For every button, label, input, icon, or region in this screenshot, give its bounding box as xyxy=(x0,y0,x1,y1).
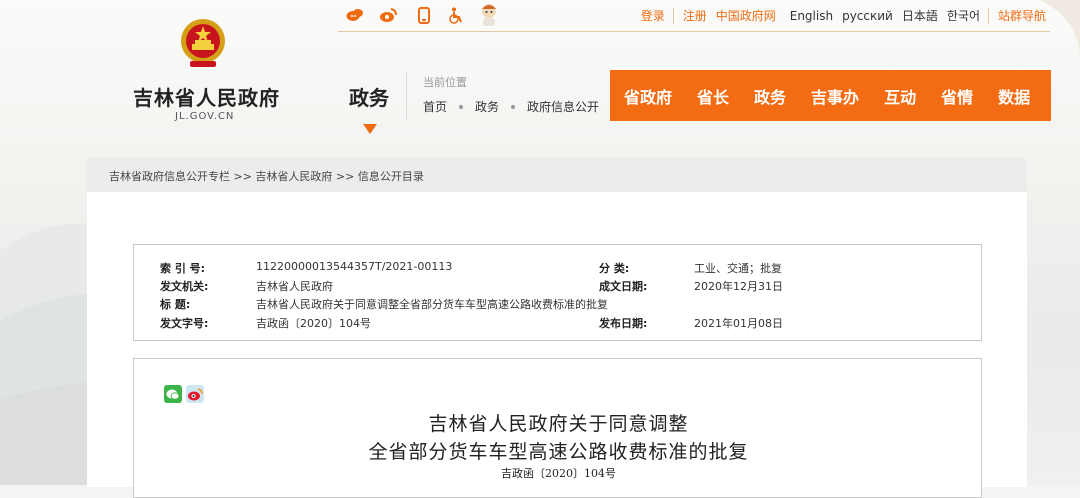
wechat-icon[interactable] xyxy=(378,5,398,25)
issuer-value: 吉林省人民政府 xyxy=(256,280,333,293)
login-link[interactable]: 登录 xyxy=(641,7,665,24)
nav-item-governor[interactable]: 省长 xyxy=(697,84,729,108)
nav-item-affairs[interactable]: 政务 xyxy=(754,84,786,108)
nav-item-provincial-gov[interactable]: 省政府 xyxy=(624,84,672,108)
register-link[interactable]: 注册 xyxy=(683,7,707,24)
national-emblem-icon[interactable] xyxy=(178,17,228,69)
english-link[interactable]: English xyxy=(790,9,833,23)
index-label: 索 引 号: xyxy=(160,262,206,275)
top-links: 登录 注册 中国政府网 English русский 日本語 한국어 站群导航 xyxy=(632,7,1046,24)
dot-icon xyxy=(459,104,464,109)
breadcrumb-affairs[interactable]: 政务 xyxy=(475,98,499,115)
japanese-link[interactable]: 日本語 xyxy=(902,7,938,24)
mobile-icon[interactable] xyxy=(414,5,434,25)
category-label: 分 类: xyxy=(599,262,630,275)
divider xyxy=(672,7,674,24)
breadcrumb[interactable]: 吉林省政府信息公开专栏 >> 吉林省人民政府 >> 信息公开目录 xyxy=(87,157,1027,192)
document-metadata-table: 索 引 号: 11220000013544357T/2021-00113 分 类… xyxy=(133,244,982,341)
nav-item-data[interactable]: 数据 xyxy=(998,84,1030,108)
date-written-value: 2020年12月31日 xyxy=(694,280,783,293)
site-domain: JL.GOV.CN xyxy=(175,111,235,122)
top-toolbar: 登录 注册 中国政府网 English русский 日本語 한국어 站群导航 xyxy=(338,0,1050,32)
docno-label: 发文字号: xyxy=(160,317,209,330)
russian-link[interactable]: русский xyxy=(842,9,893,23)
weibo-share-icon[interactable] xyxy=(186,385,204,403)
location-label: 当前位置 xyxy=(423,76,467,89)
divider xyxy=(406,72,407,120)
index-value: 11220000013544357T/2021-00113 xyxy=(256,260,453,273)
dot-icon xyxy=(511,104,516,109)
breadcrumb-info-disclosure[interactable]: 政府信息公开 xyxy=(527,98,599,115)
location-breadcrumb: 首页 政务 政府信息公开 xyxy=(423,98,599,115)
title-label: 标 题: xyxy=(160,298,191,311)
china-gov-link[interactable]: 中国政府网 xyxy=(716,7,776,24)
document-body: 吉林省人民政府关于同意调整 全省部分货车车型高速公路收费标准的批复 吉政函〔20… xyxy=(133,358,982,498)
title-value: 吉林省人民政府关于同意调整全省部分货车车型高速公路收费标准的批复 xyxy=(256,298,608,311)
korean-link[interactable]: 한국어 xyxy=(947,7,980,24)
site-title[interactable]: 吉林省人民政府 xyxy=(133,82,280,111)
nav-item-interaction[interactable]: 互动 xyxy=(884,84,916,108)
document-number: 吉政函〔2020〕104号 xyxy=(501,467,616,480)
issuer-label: 发文机关: xyxy=(160,280,209,293)
date-written-label: 成文日期: xyxy=(599,280,648,293)
main-nav: 省政府 省长 政务 吉事办 互动 省情 数据 xyxy=(610,70,1051,121)
breadcrumb-home[interactable]: 首页 xyxy=(423,98,447,115)
section-title: 政务 xyxy=(349,86,389,110)
document-title-line-2: 全省部分货车车型高速公路收费标准的批复 xyxy=(368,441,749,463)
category-value: 工业、交通；批复 xyxy=(694,262,782,275)
triangle-down-icon xyxy=(363,124,377,134)
divider xyxy=(987,7,989,24)
wechat-share-icon[interactable] xyxy=(164,385,182,403)
weibo-icon[interactable] xyxy=(345,5,365,25)
document-title-line-1: 吉林省人民政府关于同意调整 xyxy=(428,413,689,435)
nav-item-services[interactable]: 吉事办 xyxy=(811,84,859,108)
mascot-icon[interactable] xyxy=(477,2,501,28)
nav-item-province-info[interactable]: 省情 xyxy=(941,84,973,108)
accessibility-icon[interactable] xyxy=(446,5,466,25)
site-nav-link[interactable]: 站群导航 xyxy=(998,7,1046,24)
docno-value: 吉政函〔2020〕104号 xyxy=(256,317,371,330)
publish-date-value: 2021年01月08日 xyxy=(694,317,783,330)
publish-date-label: 发布日期: xyxy=(599,317,648,330)
